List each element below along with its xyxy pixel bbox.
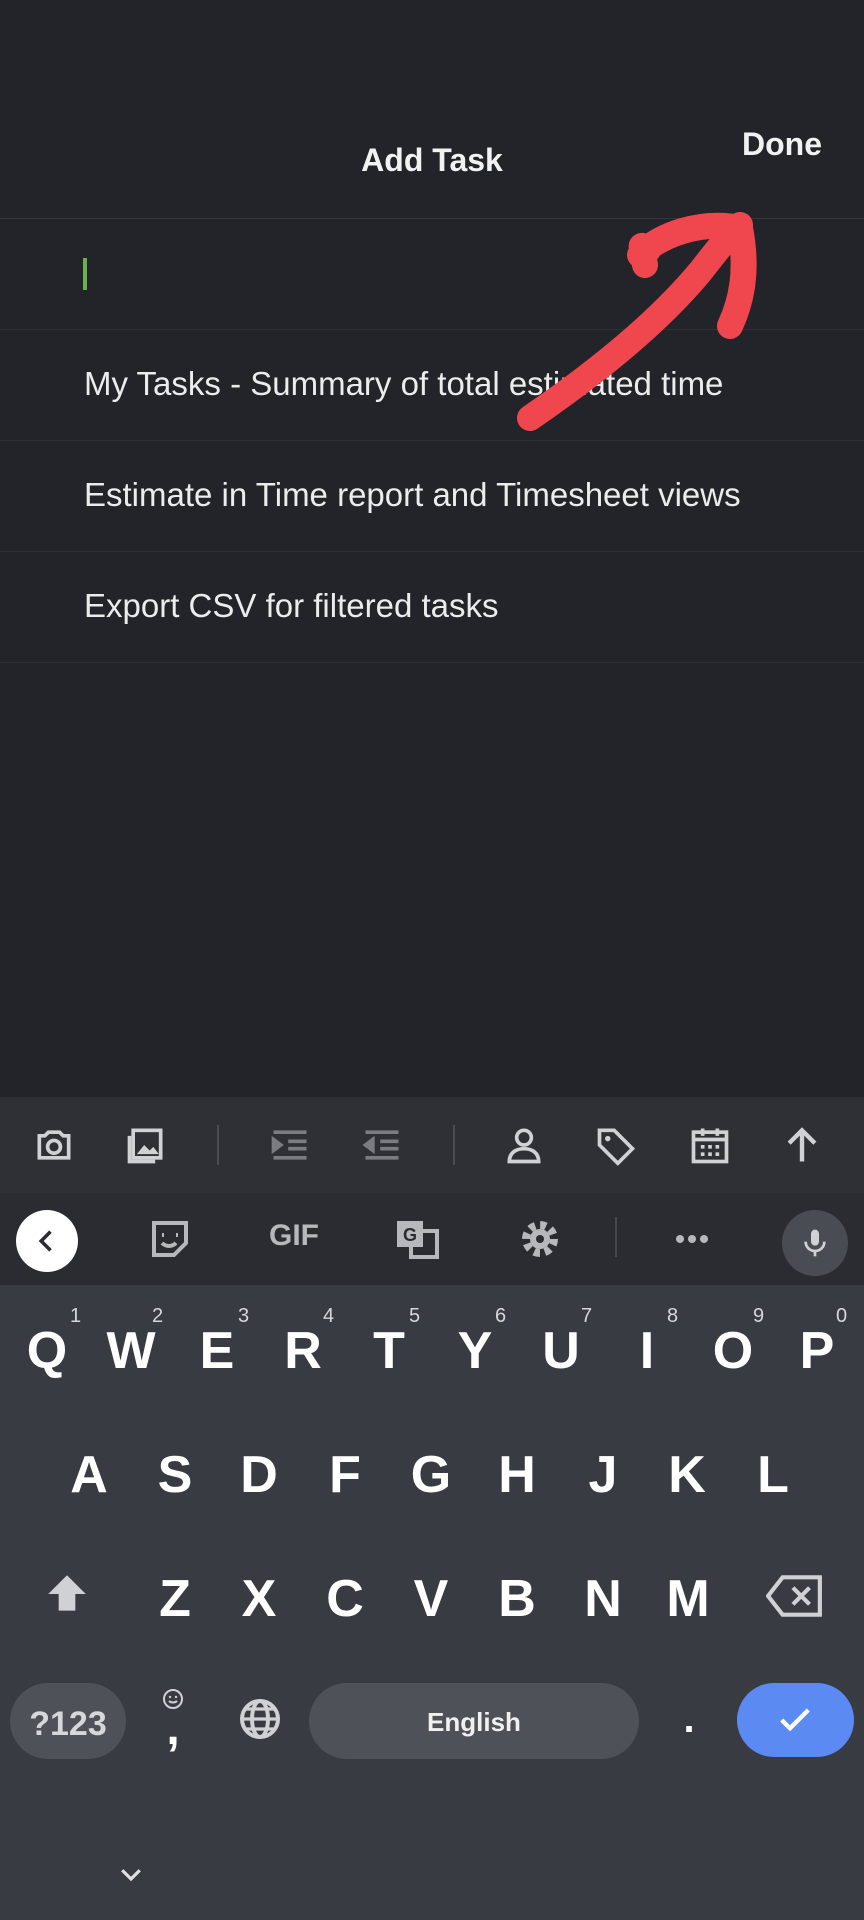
enter-key[interactable] <box>737 1683 854 1757</box>
indent-icon[interactable] <box>268 1123 312 1167</box>
key[interactable]: H <box>482 1445 552 1505</box>
key[interactable]: P <box>782 1321 852 1381</box>
key-hint: 4 <box>323 1305 335 1327</box>
suggestion-item[interactable]: Export CSV for filtered tasks <box>0 552 864 663</box>
key-hint: 1 <box>70 1305 82 1327</box>
key[interactable]: O <box>698 1321 768 1381</box>
shift-icon[interactable] <box>42 1569 92 1619</box>
key[interactable]: X <box>224 1569 294 1629</box>
add-task-screen: Add Task Done My Tasks - Summary of tota… <box>0 0 864 1097</box>
text-cursor <box>83 258 87 290</box>
suggestion-text: Estimate in Time report and Timesheet vi… <box>84 476 741 513</box>
keyboard: GIF G Q 1 W 2 E 3 R 4 T 5 Y 6 U 7 I 8 O … <box>0 1097 864 1920</box>
space-label: English <box>427 1707 521 1737</box>
key[interactable]: C <box>310 1569 380 1629</box>
key[interactable]: E <box>182 1321 252 1381</box>
suggestion-item[interactable]: My Tasks - Summary of total estimated ti… <box>0 330 864 441</box>
symbols-label: ?123 <box>29 1705 107 1743</box>
key[interactable]: F <box>310 1445 380 1505</box>
key[interactable]: R <box>268 1321 338 1381</box>
key[interactable]: Z <box>140 1569 210 1629</box>
more-icon[interactable] <box>668 1215 716 1263</box>
key[interactable]: K <box>652 1445 722 1505</box>
page-title: Add Task <box>361 142 503 178</box>
space-key[interactable]: English <box>309 1683 639 1759</box>
keyboard-toolbar <box>0 1097 864 1194</box>
key-hint: 9 <box>753 1305 765 1327</box>
gif-button[interactable]: GIF <box>262 1219 326 1253</box>
toolbar-divider <box>217 1125 219 1165</box>
calendar-icon[interactable] <box>688 1123 732 1167</box>
key[interactable]: U <box>526 1321 596 1381</box>
key[interactable]: B <box>482 1569 552 1629</box>
period-key[interactable]: . <box>674 1697 704 1742</box>
key[interactable]: S <box>140 1445 210 1505</box>
suggestion-text: Export CSV for filtered tasks <box>84 587 499 624</box>
key[interactable]: J <box>568 1445 638 1505</box>
key[interactable]: L <box>738 1445 808 1505</box>
key[interactable]: W <box>96 1321 166 1381</box>
mic-button[interactable] <box>782 1210 848 1276</box>
back-chevron-icon <box>38 1230 52 1252</box>
key-hint: 6 <box>495 1305 507 1327</box>
comma-label: , <box>166 1702 180 1755</box>
key-hint: 8 <box>667 1305 679 1327</box>
key-hint: 0 <box>836 1305 848 1327</box>
suggestion-divider <box>615 1217 617 1257</box>
header: Add Task Done <box>0 0 864 219</box>
settings-icon[interactable] <box>516 1215 564 1263</box>
key[interactable]: D <box>224 1445 294 1505</box>
chevron-down-icon[interactable] <box>116 1859 146 1889</box>
back-chevron-button[interactable] <box>16 1210 78 1272</box>
key[interactable]: T <box>354 1321 424 1381</box>
key-hint: 7 <box>581 1305 593 1327</box>
camera-icon[interactable] <box>32 1123 76 1167</box>
globe-icon[interactable] <box>236 1695 284 1743</box>
tag-icon[interactable] <box>594 1123 638 1167</box>
svg-text:G: G <box>403 1225 417 1245</box>
suggestion-item[interactable]: Estimate in Time report and Timesheet vi… <box>0 441 864 552</box>
keyboard-suggestion-bar: GIF G <box>0 1193 864 1285</box>
mic-icon <box>804 1229 826 1257</box>
check-icon <box>780 1708 810 1732</box>
symbols-key[interactable]: ?123 <box>10 1683 126 1759</box>
image-icon[interactable] <box>124 1123 168 1167</box>
key[interactable]: V <box>396 1569 466 1629</box>
arrow-up-icon[interactable] <box>780 1123 824 1167</box>
suggestion-text: My Tasks - Summary of total estimated ti… <box>84 365 724 402</box>
toolbar-divider <box>453 1125 455 1165</box>
key[interactable]: A <box>54 1445 124 1505</box>
task-input-row[interactable] <box>0 219 864 330</box>
key[interactable]: Q <box>12 1321 82 1381</box>
key[interactable]: I <box>612 1321 682 1381</box>
translate-icon[interactable]: G <box>393 1215 441 1263</box>
outdent-icon[interactable] <box>360 1123 404 1167</box>
person-icon[interactable] <box>502 1123 546 1167</box>
key[interactable]: M <box>652 1569 724 1629</box>
key-hint: 3 <box>238 1305 250 1327</box>
key[interactable]: N <box>568 1569 638 1629</box>
key-hint: 2 <box>152 1305 164 1327</box>
key[interactable]: G <box>396 1445 466 1505</box>
key[interactable]: Y <box>440 1321 510 1381</box>
backspace-icon[interactable] <box>766 1573 824 1619</box>
sticker-icon[interactable] <box>146 1215 194 1263</box>
done-button[interactable]: Done <box>742 124 832 164</box>
key-hint: 5 <box>409 1305 421 1327</box>
